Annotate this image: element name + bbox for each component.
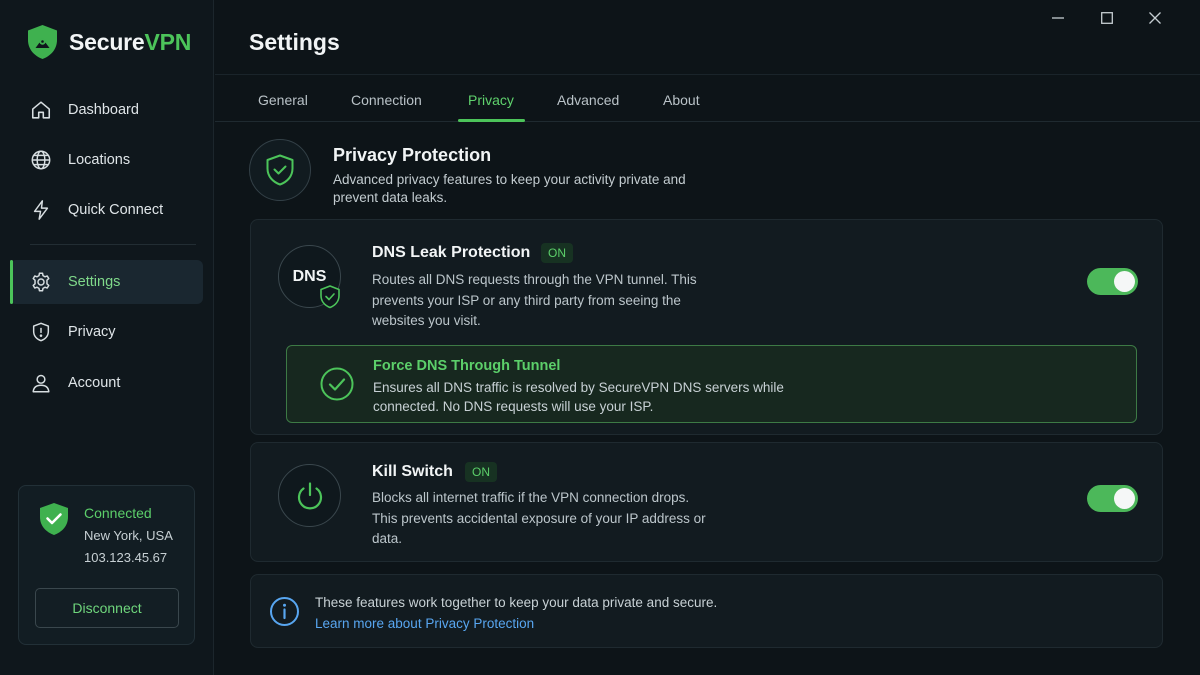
shield-check-icon: [40, 503, 68, 535]
disconnect-button[interactable]: Disconnect: [35, 588, 179, 628]
sidebar-item-label: Quick Connect: [68, 202, 164, 218]
kill-switch-card: Kill Switch ON Blocks all internet traff…: [250, 442, 1163, 562]
info-icon: [270, 597, 299, 626]
connection-ip: 103.123.45.67: [84, 550, 168, 565]
privacy-hero-icon: [249, 139, 311, 201]
maximize-icon[interactable]: [1095, 8, 1119, 28]
sidebar-item-settings[interactable]: Settings: [10, 260, 203, 304]
sidebar-item-quick-connect[interactable]: Quick Connect: [10, 188, 203, 232]
sidebar-item-locations[interactable]: Locations: [10, 138, 203, 182]
user-icon: [32, 374, 50, 393]
dns-leak-protection-title: DNS Leak Protection: [372, 244, 531, 261]
tab-general[interactable]: General: [258, 92, 308, 108]
sidebar-item-privacy[interactable]: Privacy: [10, 310, 203, 354]
gear-icon: [32, 272, 50, 292]
dns-leak-protection-description: Routes all DNS requests through the VPN …: [372, 272, 697, 328]
tab-privacy[interactable]: Privacy: [468, 92, 514, 108]
tab-about[interactable]: About: [663, 92, 700, 108]
sidebar-item-label: Account: [68, 375, 121, 391]
force-dns-title: Force DNS Through Tunnel: [373, 358, 561, 374]
sidebar-item-label: Settings: [68, 274, 121, 290]
tab-advanced[interactable]: Advanced: [557, 92, 619, 108]
settings-tabs: General Connection Privacy Advanced Abou…: [215, 80, 1200, 122]
sidebar: SecureVPN Dashboard Locations Quick Conn…: [0, 0, 214, 675]
status-badge: ON: [541, 243, 573, 263]
minimize-icon[interactable]: [1046, 8, 1070, 28]
lightning-icon: [33, 200, 49, 220]
active-tab-indicator: [458, 119, 525, 122]
sidebar-item-label: Locations: [68, 152, 131, 168]
kill-switch-title: Kill Switch: [372, 463, 453, 480]
connection-status: Connected: [84, 505, 152, 521]
shield-check-icon: [320, 285, 340, 309]
force-dns-card: Force DNS Through Tunnel Ensures all DNS…: [286, 345, 1137, 423]
close-icon[interactable]: [1143, 8, 1167, 28]
header-divider: [215, 74, 1200, 75]
status-badge: ON: [465, 462, 497, 482]
dns-icon-label: DNS: [292, 267, 327, 285]
shield-logo-icon: [28, 25, 57, 59]
sidebar-item-dashboard[interactable]: Dashboard: [10, 88, 203, 132]
dns-leak-protection-toggle[interactable]: [1087, 268, 1138, 295]
app-logo: SecureVPN: [26, 24, 191, 60]
sidebar-item-label: Dashboard: [68, 102, 139, 118]
shield-icon: [32, 322, 50, 342]
nav-divider: [30, 244, 196, 245]
connection-location: New York, USA: [84, 528, 173, 543]
section-description: Advanced privacy features to keep your a…: [333, 172, 686, 205]
kill-switch-description: Blocks all internet traffic if the VPN c…: [372, 490, 706, 546]
info-card: These features work together to keep you…: [250, 574, 1163, 648]
dns-icon: DNS: [278, 245, 341, 309]
brand-name: SecureVPN: [69, 28, 192, 55]
globe-icon: [31, 150, 51, 170]
page-title: Settings: [249, 29, 340, 55]
shield-check-icon: [266, 154, 294, 186]
tab-connection[interactable]: Connection: [351, 92, 422, 108]
home-icon: [31, 101, 51, 119]
kill-switch-toggle[interactable]: [1087, 485, 1138, 512]
learn-more-link[interactable]: Learn more about Privacy Protection: [315, 616, 534, 631]
dns-leak-protection-card: DNS DNS Leak Protection ON Routes all DN…: [250, 219, 1163, 435]
connection-status-card: Connected New York, USA 103.123.45.67 Di…: [18, 485, 195, 645]
power-icon-wrapper: [278, 464, 341, 527]
check-circle-icon: [320, 367, 354, 401]
sidebar-item-label: Privacy: [68, 324, 116, 340]
info-text: These features work together to keep you…: [315, 595, 718, 610]
section-title: Privacy Protection: [333, 145, 492, 165]
power-icon: [297, 481, 322, 509]
force-dns-description: Ensures all DNS traffic is resolved by S…: [373, 380, 784, 414]
sidebar-item-account[interactable]: Account: [10, 361, 203, 405]
